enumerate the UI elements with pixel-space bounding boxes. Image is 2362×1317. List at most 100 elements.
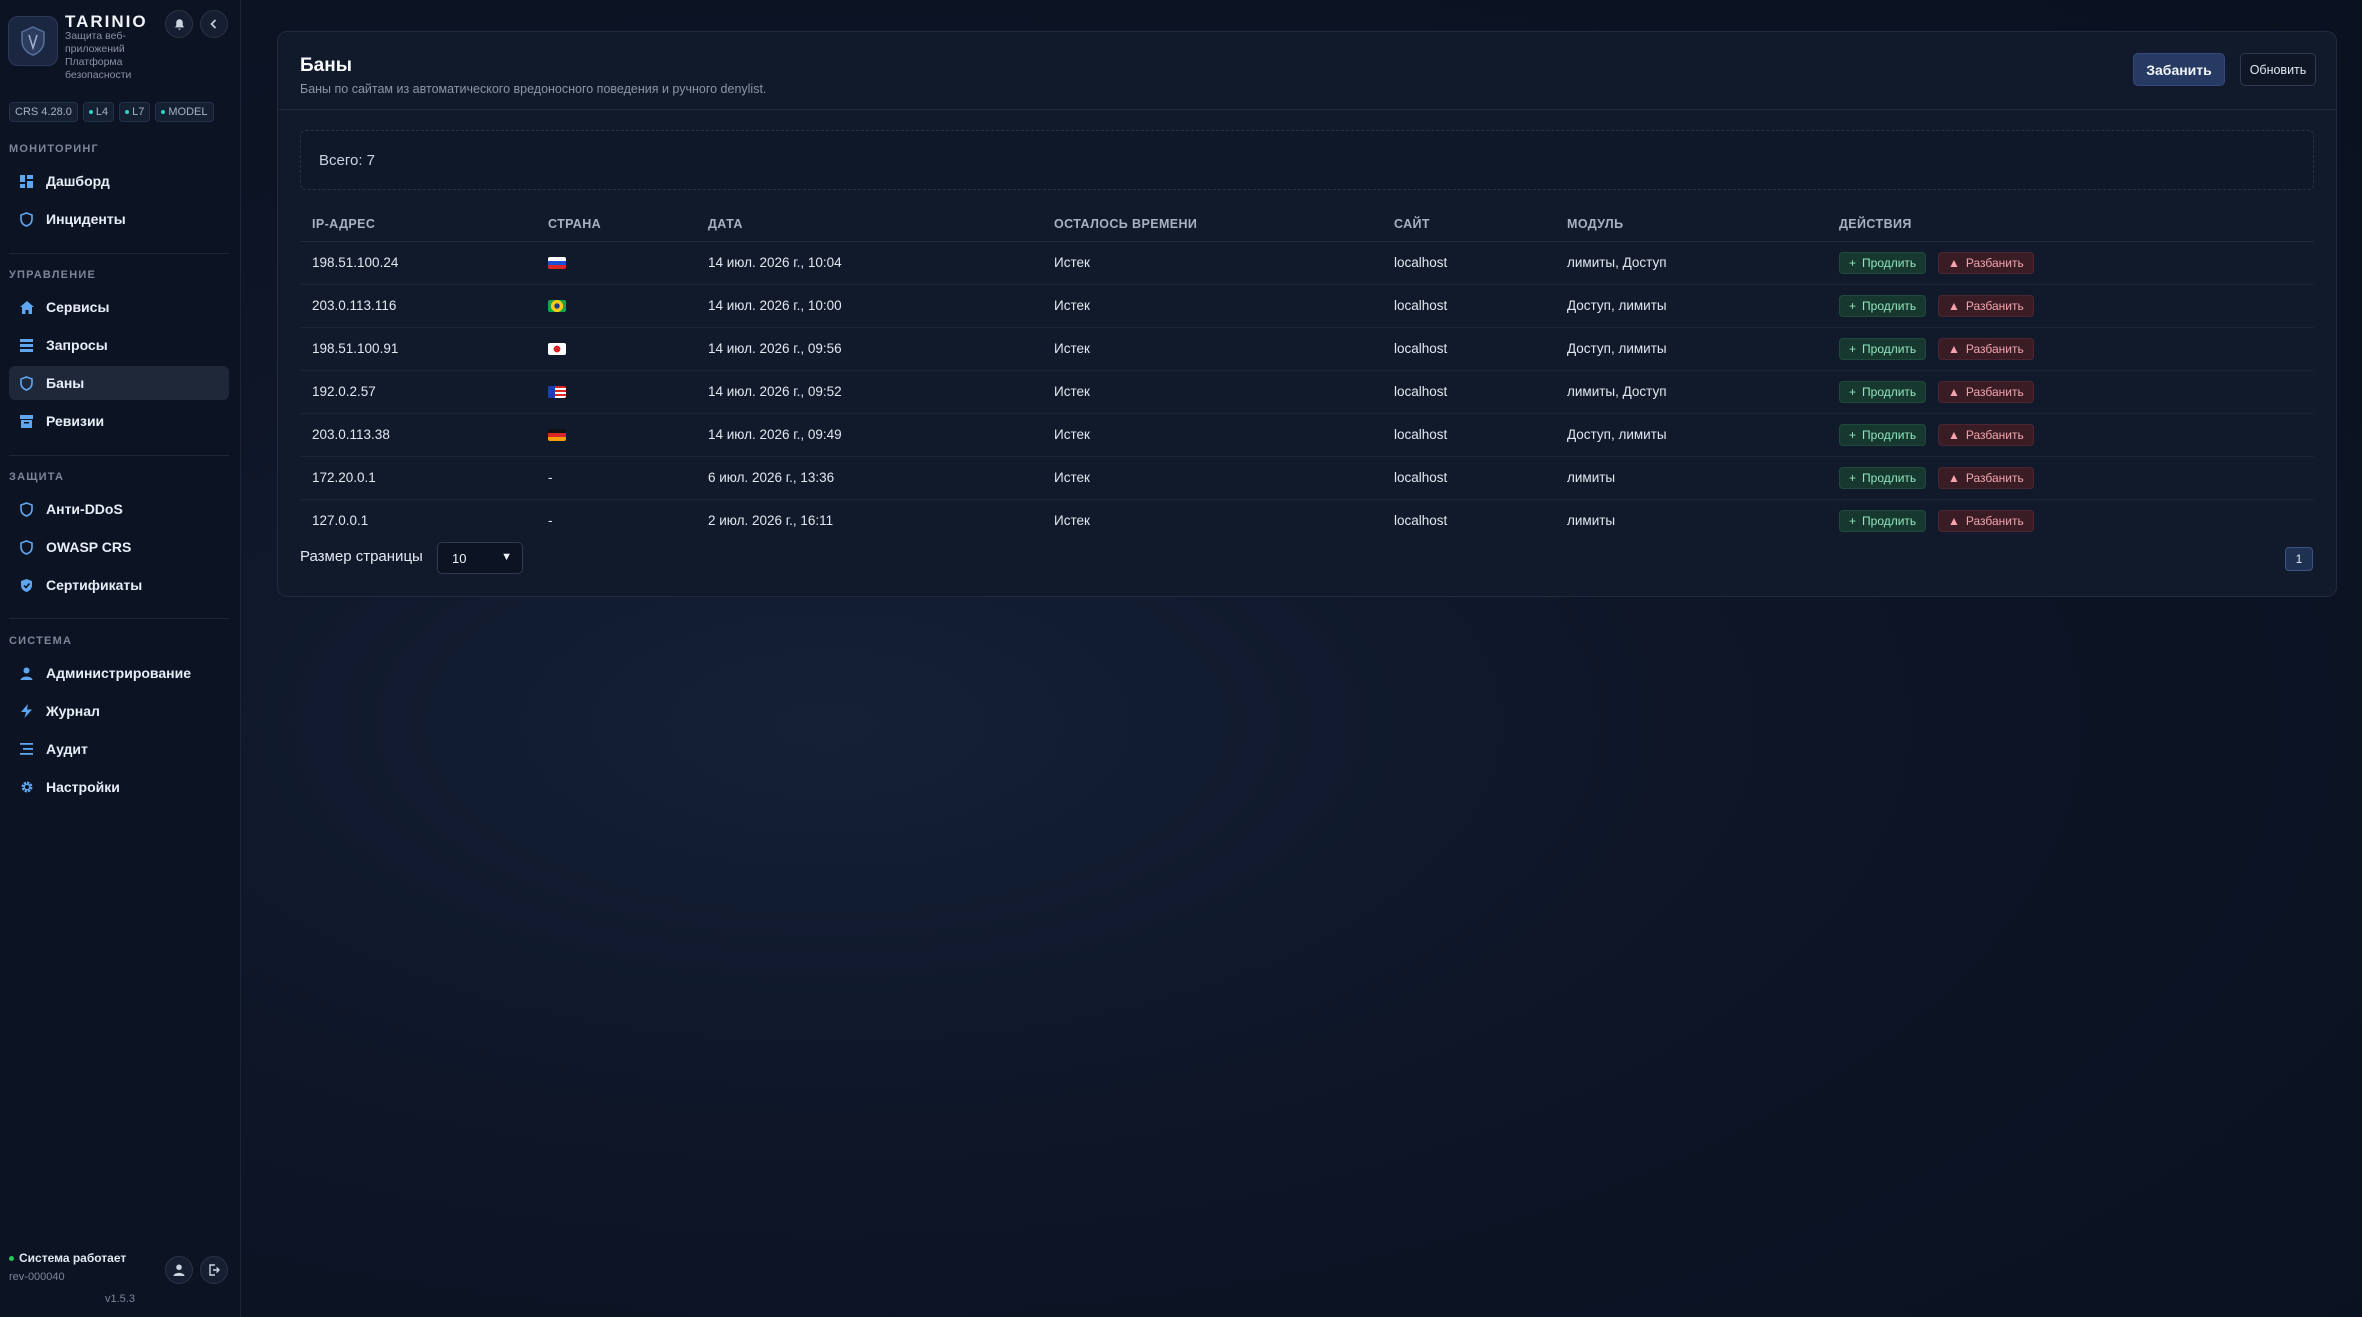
cell-country: - xyxy=(548,513,553,529)
cell-remaining: Истек xyxy=(1042,413,1382,457)
cell-site: localhost xyxy=(1382,370,1555,414)
profile-button[interactable] xyxy=(165,1256,193,1284)
extend-button[interactable]: + Продлить xyxy=(1839,423,1927,446)
extend-button[interactable]: + Продлить xyxy=(1839,466,1927,489)
cell-country xyxy=(536,241,696,285)
chevron-down-icon: ▼ xyxy=(501,551,512,563)
logo-icon xyxy=(8,16,58,66)
notifications-button[interactable] xyxy=(165,10,193,38)
plus-icon: + xyxy=(1849,427,1857,442)
system-status: Система работает xyxy=(9,1251,126,1265)
sidebar-item-certificates[interactable]: Сертификаты xyxy=(9,568,229,602)
summary-box: Всего: 7 xyxy=(300,130,2314,190)
cell-site: localhost xyxy=(1382,284,1555,328)
cell-remaining: Истек xyxy=(1042,456,1382,500)
cell-module: лимиты xyxy=(1567,513,1616,529)
column-site: САЙТ xyxy=(1382,208,1555,242)
lock-icon: ▲ xyxy=(1947,298,1960,313)
column-date: ДАТА xyxy=(696,208,1042,242)
cell-country xyxy=(536,413,696,457)
sidebar-item-owasp-crs[interactable]: OWASP CRS xyxy=(9,530,229,564)
version-label: v1.5.3 xyxy=(105,1293,135,1305)
table-body: 198.51.100.24 14 июл. 2026 г., 10:04 Ист… xyxy=(300,241,2314,542)
column-actions: ДЕЙСТВИЯ xyxy=(1827,208,2314,242)
unban-button[interactable]: ▲ Разбанить xyxy=(1937,466,2034,489)
refresh-button[interactable]: Обновить xyxy=(2240,53,2316,86)
sidebar-item-journal[interactable]: Журнал xyxy=(9,694,229,728)
cell-ip: 203.0.113.116 xyxy=(300,284,536,328)
table-row: 172.20.0.1 - 6 июл. 2026 г., 13:36 Истек… xyxy=(300,456,2314,500)
lock-icon: ▲ xyxy=(1947,470,1960,485)
list-icon xyxy=(19,338,34,353)
sidebar-item-anti-ddos[interactable]: Анти-DDoS xyxy=(9,492,229,526)
lines-icon xyxy=(19,742,34,757)
user-icon xyxy=(19,666,34,681)
shield-check-icon xyxy=(19,578,34,593)
section-title-management: УПРАВЛЕНИЕ xyxy=(9,269,96,281)
model-badge: MODEL xyxy=(155,102,214,122)
unban-button[interactable]: ▲ Разбанить xyxy=(1937,380,2034,403)
plus-icon: + xyxy=(1849,298,1857,313)
user-icon xyxy=(173,1264,185,1276)
bans-panel: Баны Баны по сайтам из автоматического в… xyxy=(277,31,2337,597)
dashboard-icon xyxy=(19,174,34,189)
chevron-left-icon xyxy=(210,19,217,29)
sidebar-item-administration[interactable]: Администрирование xyxy=(9,656,229,690)
collapse-sidebar-button[interactable] xyxy=(200,10,228,38)
lock-icon: ▲ xyxy=(1947,255,1960,270)
sidebar-item-dashboard[interactable]: Дашборд xyxy=(9,164,229,198)
table-row: 198.51.100.91 14 июл. 2026 г., 09:56 Ист… xyxy=(300,327,2314,371)
page-size-select[interactable]: 10 ▼ xyxy=(437,542,523,574)
cell-date: 14 июл. 2026 г., 09:56 xyxy=(696,327,1042,371)
home-icon xyxy=(19,300,34,315)
page-button-current[interactable]: 1 xyxy=(2285,547,2313,571)
crs-badge: CRS 4.28.0 xyxy=(9,102,78,122)
unban-button[interactable]: ▲ Разбанить xyxy=(1937,294,2034,317)
cell-country xyxy=(536,284,696,328)
sidebar-item-settings[interactable]: Настройки xyxy=(9,770,229,804)
section-title-system: СИСТЕМА xyxy=(9,635,73,647)
sidebar: TARINIO Защита веб-приложений Платформа … xyxy=(0,0,241,1317)
table-row: 203.0.113.116 14 июл. 2026 г., 10:00 Ист… xyxy=(300,284,2314,328)
logout-button[interactable] xyxy=(200,1256,228,1284)
column-remaining: ОСТАЛОСЬ ВРЕМЕНИ xyxy=(1042,208,1382,242)
ban-button[interactable]: Забанить xyxy=(2133,53,2225,86)
sidebar-item-services[interactable]: Сервисы xyxy=(9,290,229,324)
extend-button[interactable]: + Продлить xyxy=(1839,251,1927,274)
extend-button[interactable]: + Продлить xyxy=(1839,337,1927,360)
bans-table: IP-АДРЕС СТРАНА ДАТА ОСТАЛОСЬ ВРЕМЕНИ СА… xyxy=(300,208,2314,542)
flag-jp-icon xyxy=(548,343,566,356)
shield-icon xyxy=(19,539,34,555)
logout-icon xyxy=(209,1264,220,1276)
sidebar-item-incidents[interactable]: Инциденты xyxy=(9,202,229,236)
panel-header: Баны Баны по сайтам из автоматического в… xyxy=(278,32,2336,110)
lock-icon: ▲ xyxy=(1947,384,1960,399)
flag-br-icon xyxy=(548,300,566,313)
unban-button[interactable]: ▲ Разбанить xyxy=(1937,337,2034,360)
cell-actions: + Продлить ▲ Разбанить xyxy=(1827,241,2314,285)
cell-actions: + Продлить ▲ Разбанить xyxy=(1827,413,2314,457)
unban-button[interactable]: ▲ Разбанить xyxy=(1937,423,2034,446)
l7-badge: L7 xyxy=(119,102,151,122)
sidebar-item-audit[interactable]: Аудит xyxy=(9,732,229,766)
table-row: 192.0.2.57 14 июл. 2026 г., 09:52 Истек … xyxy=(300,370,2314,414)
cell-site: localhost xyxy=(1382,327,1555,371)
section-title-protection: ЗАЩИТА xyxy=(9,471,65,483)
sidebar-item-bans[interactable]: Баны xyxy=(9,366,229,400)
column-country: СТРАНА xyxy=(536,208,696,242)
cell-actions: + Продлить ▲ Разбанить xyxy=(1827,327,2314,371)
shield-icon xyxy=(19,501,34,517)
unban-button[interactable]: ▲ Разбанить xyxy=(1937,251,2034,274)
unban-button[interactable]: ▲ Разбанить xyxy=(1937,509,2034,532)
cell-remaining: Истек xyxy=(1042,284,1382,328)
column-module: МОДУЛЬ xyxy=(1555,208,1827,242)
extend-button[interactable]: + Продлить xyxy=(1839,294,1927,317)
sidebar-item-requests[interactable]: Запросы xyxy=(9,328,229,362)
extend-button[interactable]: + Продлить xyxy=(1839,509,1927,532)
sidebar-item-revisions[interactable]: Ревизии xyxy=(9,404,229,438)
section-title-monitoring: МОНИТОРИНГ xyxy=(9,143,99,155)
extend-button[interactable]: + Продлить xyxy=(1839,380,1927,403)
plus-icon: + xyxy=(1849,470,1857,485)
cell-country xyxy=(536,370,696,414)
archive-icon xyxy=(19,414,34,429)
